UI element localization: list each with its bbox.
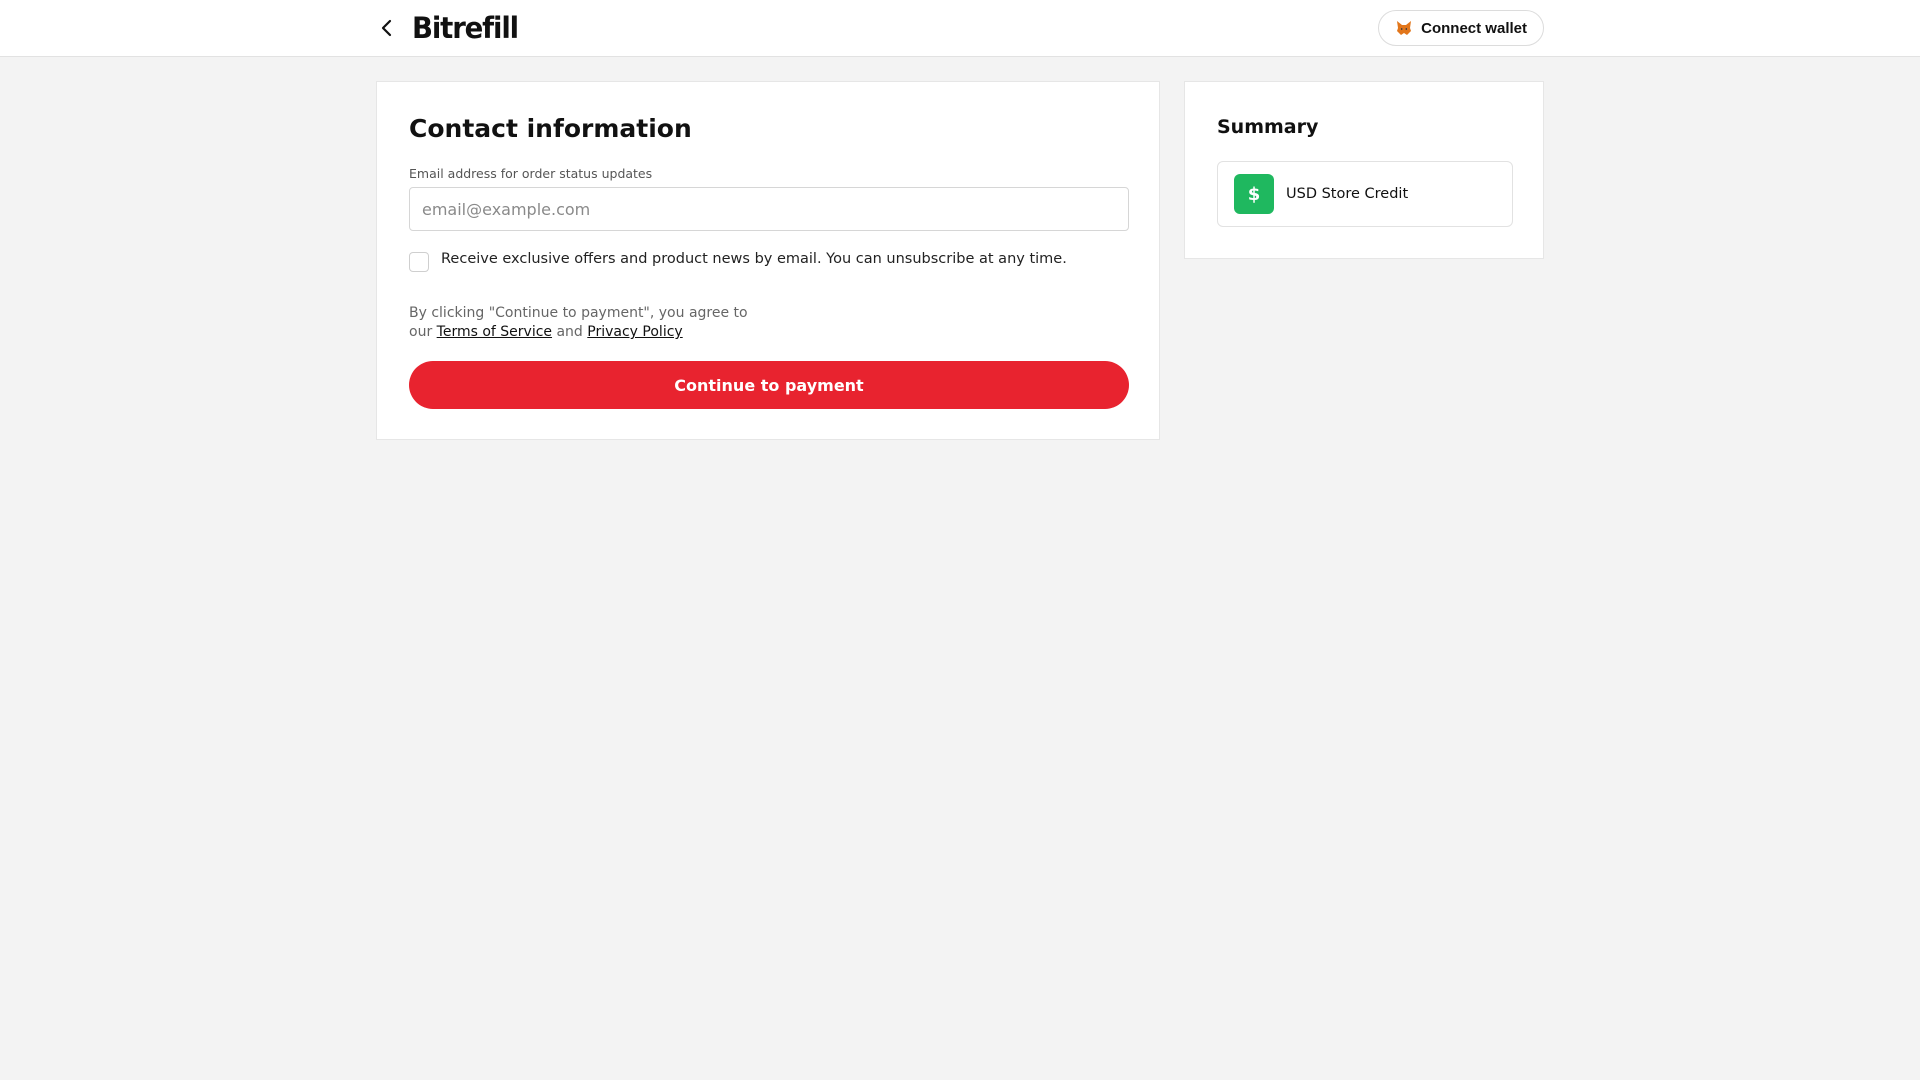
legal-and: and: [552, 324, 588, 340]
marketing-optin-text: Receive exclusive offers and product new…: [441, 251, 1067, 267]
email-input[interactable]: [409, 187, 1129, 231]
fox-icon: [1395, 19, 1413, 37]
connect-wallet-button[interactable]: Connect wallet: [1378, 10, 1544, 46]
marketing-optin: Receive exclusive offers and product new…: [409, 248, 1067, 272]
privacy-policy-link[interactable]: Privacy Policy: [587, 324, 682, 340]
summary-card: Summary $ USD Store Credit: [1184, 81, 1544, 259]
summary-item-label: USD Store Credit: [1286, 186, 1409, 202]
back-button[interactable]: [372, 13, 402, 43]
dollar-icon: $: [1234, 174, 1274, 214]
continue-to-payment-button[interactable]: Continue to payment: [409, 361, 1129, 409]
legal-notice: By clicking "Continue to payment", you a…: [409, 304, 769, 342]
brand: Bitrefill: [376, 11, 524, 45]
summary-title: Summary: [1217, 116, 1319, 138]
terms-of-service-link[interactable]: Terms of Service: [437, 324, 552, 340]
top-bar-inner: Bitrefill Connect wallet: [376, 0, 1544, 56]
email-label: Email address for order status updates: [409, 166, 653, 181]
contact-information-card: Contact information Email address for or…: [376, 81, 1160, 440]
connect-wallet-label: Connect wallet: [1421, 19, 1527, 37]
chevron-left-icon: [381, 19, 392, 37]
bitrefill-logo[interactable]: Bitrefill: [412, 11, 519, 45]
contact-title: Contact information: [409, 114, 692, 143]
marketing-optin-checkbox[interactable]: [409, 252, 429, 272]
summary-item: $ USD Store Credit: [1217, 161, 1513, 227]
top-bar: Bitrefill Connect wallet: [0, 0, 1920, 57]
